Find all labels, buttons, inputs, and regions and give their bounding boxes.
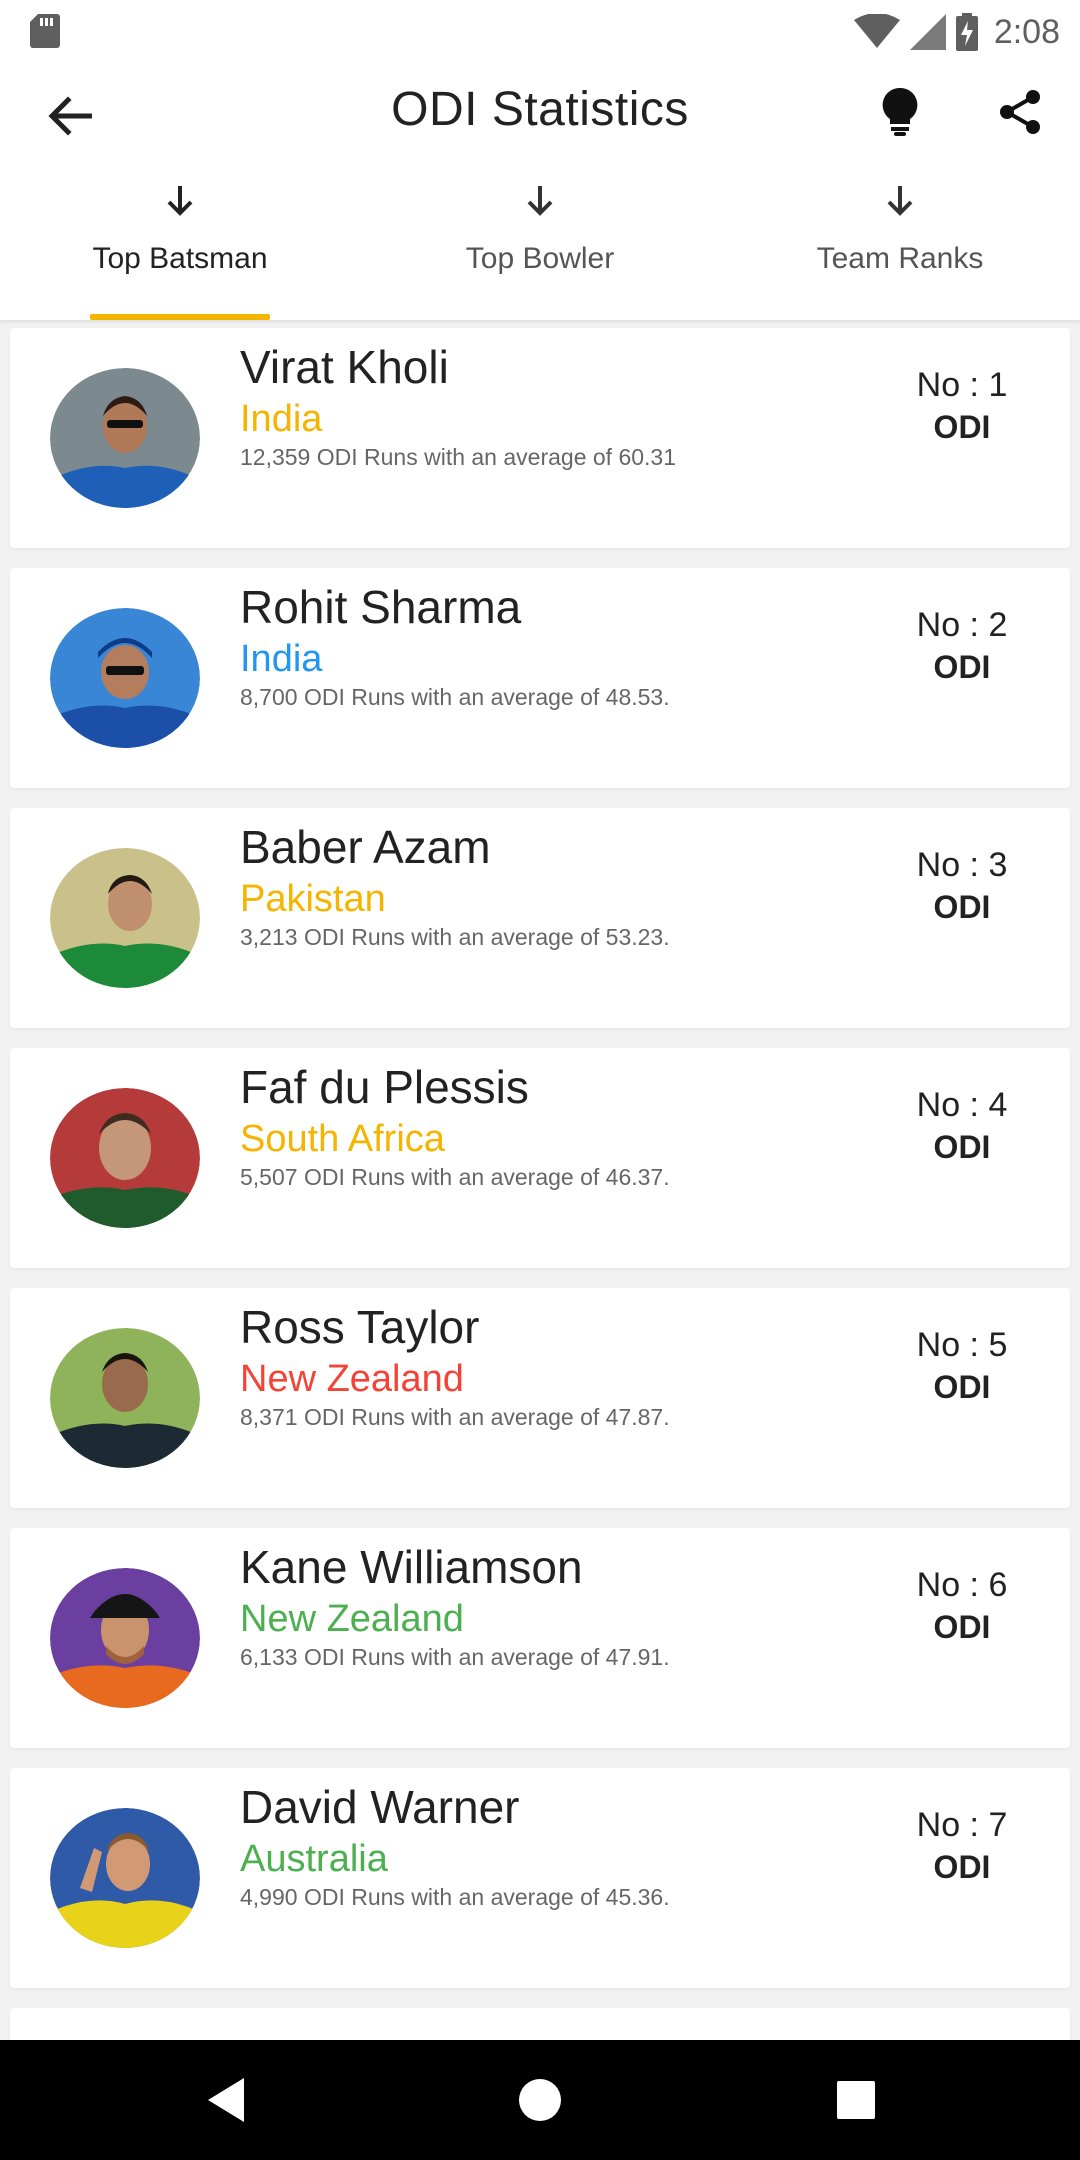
rank-number: No : 2 (916, 606, 1008, 644)
arrow-down-icon (167, 186, 193, 216)
player-avatar (50, 608, 200, 748)
player-avatar (50, 848, 200, 988)
sd-card-icon (30, 14, 60, 48)
player-country: New Zealand (240, 1598, 464, 1640)
player-stats: 3,213 ODI Runs with an average of 53.23. (240, 924, 670, 950)
rank-format: ODI (933, 1369, 991, 1405)
player-rank: No : 2 ODI (892, 606, 1032, 686)
player-card[interactable]: Rohit Sharma India 8,700 ODI Runs with a… (10, 568, 1070, 788)
player-stats: 4,990 ODI Runs with an average of 45.36. (240, 1884, 670, 1910)
nav-recents-icon (837, 2081, 875, 2119)
tab-top-batsman[interactable]: Top Batsman (0, 160, 360, 320)
tab-label: Top Batsman (92, 242, 268, 275)
rank-number: No : 6 (916, 1566, 1008, 1604)
player-stats: 5,507 ODI Runs with an average of 46.37. (240, 1164, 670, 1190)
rank-number: No : 5 (916, 1326, 1008, 1364)
player-card[interactable]: Kane Williamson New Zealand 6,133 ODI Ru… (10, 1528, 1070, 1748)
status-time: 2:08 (993, 12, 1060, 51)
player-country: India (240, 398, 323, 440)
rank-number: No : 7 (916, 1806, 1008, 1844)
player-stats: 8,371 ODI Runs with an average of 47.87. (240, 1404, 670, 1430)
rank-number: No : 3 (916, 846, 1008, 884)
player-country: New Zealand (240, 1358, 464, 1400)
player-rank: No : 5 ODI (892, 1326, 1032, 1406)
player-rank: No : 4 ODI (892, 1086, 1032, 1166)
player-card[interactable]: Virat Kholi India 12,359 ODI Runs with a… (10, 328, 1070, 548)
player-avatar (50, 1088, 200, 1228)
app-bar: ODI Statistics (0, 64, 1080, 160)
player-name: Ross Taylor (240, 1301, 480, 1353)
rank-format: ODI (933, 1849, 991, 1885)
player-country: Pakistan (240, 878, 386, 920)
arrow-down-icon (527, 186, 553, 216)
cell-signal-icon (909, 14, 946, 50)
nav-back-icon (208, 2078, 244, 2122)
player-country: South Africa (240, 1118, 445, 1160)
rank-format: ODI (933, 1609, 991, 1645)
nav-back-button[interactable] (196, 2070, 256, 2130)
rank-format: ODI (933, 889, 991, 925)
player-name: Virat Kholi (240, 341, 449, 393)
player-avatar (50, 368, 200, 508)
share-button[interactable] (988, 80, 1052, 144)
tab-label: Top Bowler (465, 242, 615, 275)
tab-team-ranks[interactable]: Team Ranks (720, 160, 1080, 320)
nav-recents-button[interactable] (826, 2070, 886, 2130)
tab-indicator (90, 314, 270, 320)
rank-format: ODI (933, 409, 991, 445)
player-avatar (50, 1808, 200, 1948)
tab-top-bowler[interactable]: Top Bowler (360, 160, 720, 320)
player-stats: 12,359 ODI Runs with an average of 60.31 (240, 444, 677, 470)
player-card[interactable]: Ross Taylor New Zealand 8,371 ODI Runs w… (10, 1288, 1070, 1508)
rank-number: No : 1 (916, 366, 1008, 404)
player-rank: No : 3 ODI (892, 846, 1032, 926)
lightbulb-icon (882, 88, 918, 136)
player-stats: 6,133 ODI Runs with an average of 47.91. (240, 1644, 670, 1670)
tab-label: Team Ranks (816, 242, 984, 275)
player-avatar (50, 1568, 200, 1708)
arrow-down-icon (887, 186, 913, 216)
player-stats: 8,700 ODI Runs with an average of 48.53. (240, 684, 670, 710)
player-name: Rohit Sharma (240, 581, 522, 633)
rank-format: ODI (933, 1129, 991, 1165)
player-name: David Warner (240, 1781, 520, 1833)
player-country: Australia (240, 1838, 388, 1880)
player-card[interactable]: Faf du Plessis South Africa 5,507 ODI Ru… (10, 1048, 1070, 1268)
player-rank: No : 6 ODI (892, 1566, 1032, 1646)
tips-button[interactable] (868, 80, 932, 144)
player-name: Kane Williamson (240, 1541, 583, 1593)
player-rank: No : 1 ODI (892, 366, 1032, 446)
status-bar: 2:08 (0, 0, 1080, 64)
battery-charging-icon (955, 13, 978, 51)
player-rank: No : 7 ODI (892, 1806, 1032, 1886)
player-country: India (240, 638, 323, 680)
rank-number: No : 4 (916, 1086, 1008, 1124)
tab-bar: Top Batsman Top Bowler Team Ranks (0, 160, 1080, 320)
player-card[interactable]: Baber Azam Pakistan 3,213 ODI Runs with … (10, 808, 1070, 1028)
rank-format: ODI (933, 649, 991, 685)
player-avatar (50, 1328, 200, 1468)
nav-home-icon (519, 2079, 561, 2121)
player-name: Baber Azam (240, 821, 491, 873)
nav-home-button[interactable] (510, 2070, 570, 2130)
player-name: Faf du Plessis (240, 1061, 529, 1113)
system-nav-bar (0, 2040, 1080, 2160)
wifi-icon (853, 14, 900, 48)
player-card[interactable]: David Warner Australia 4,990 ODI Runs wi… (10, 1768, 1070, 1988)
share-icon (1000, 90, 1040, 134)
